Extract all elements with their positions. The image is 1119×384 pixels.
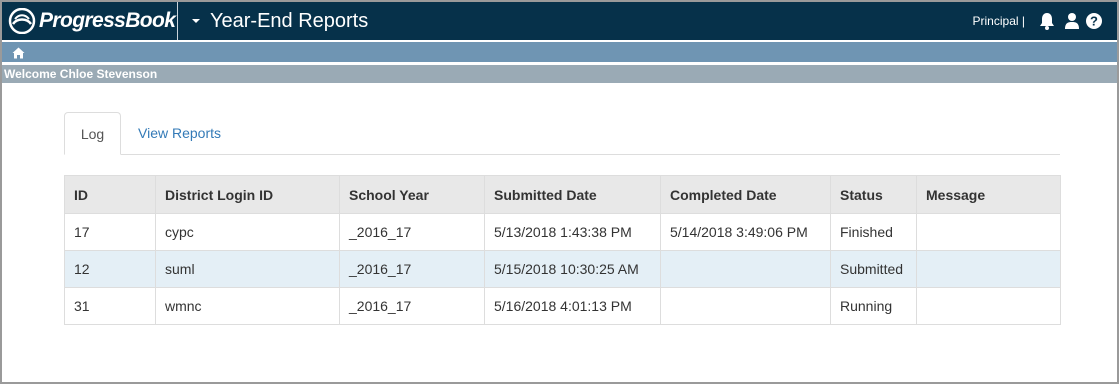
home-icon[interactable] (12, 46, 25, 64)
column-header-district-login-id[interactable]: District Login ID (155, 175, 340, 214)
cell-completed-date (660, 287, 831, 325)
bell-icon[interactable] (1039, 12, 1055, 35)
svg-text:?: ? (1090, 14, 1098, 29)
app-window: ProgressBook Year-End Reports Principal … (0, 0, 1119, 384)
cell-status: Running (830, 287, 917, 325)
table-header-row: ID District Login ID School Year Submitt… (64, 175, 1061, 214)
tab-view-reports[interactable]: View Reports (138, 112, 221, 154)
cell-school-year: _2016_17 (339, 250, 485, 288)
table-row[interactable]: 12 suml _2016_17 5/15/2018 10:30:25 AM S… (64, 250, 1061, 288)
cell-district-login-id: wmnc (155, 287, 340, 325)
log-table: ID District Login ID School Year Submitt… (64, 175, 1061, 325)
cell-school-year: _2016_17 (339, 213, 485, 251)
welcome-banner: Welcome Chloe Stevenson (2, 65, 1117, 83)
brand-logo[interactable]: ProgressBook (2, 2, 178, 40)
column-header-status[interactable]: Status (830, 175, 917, 214)
cell-id: 12 (64, 250, 156, 288)
cell-district-login-id: suml (155, 250, 340, 288)
top-bar: ProgressBook Year-End Reports Principal … (2, 2, 1117, 40)
app-switcher-caret-icon[interactable] (192, 19, 200, 23)
user-icon[interactable] (1065, 12, 1079, 35)
cell-submitted-date: 5/16/2018 4:01:13 PM (484, 287, 661, 325)
column-header-message[interactable]: Message (916, 175, 1061, 214)
column-header-id[interactable]: ID (64, 175, 156, 214)
role-selector[interactable]: Principal | (973, 14, 1025, 28)
cell-message (916, 287, 1061, 325)
cell-status: Submitted (830, 250, 917, 288)
cell-district-login-id: cypc (155, 213, 340, 251)
cell-message (916, 250, 1061, 288)
column-header-completed-date[interactable]: Completed Date (660, 175, 831, 214)
app-title[interactable]: Year-End Reports (210, 10, 368, 33)
column-header-submitted-date[interactable]: Submitted Date (484, 175, 661, 214)
cell-school-year: _2016_17 (339, 287, 485, 325)
brand-name: ProgressBook (39, 9, 176, 32)
tab-log[interactable]: Log (64, 112, 121, 155)
cell-status: Finished (830, 213, 917, 251)
cell-message (916, 213, 1061, 251)
cell-id: 31 (64, 287, 156, 325)
nav-strip (2, 42, 1117, 62)
cell-completed-date (660, 250, 831, 288)
help-icon[interactable]: ? (1085, 12, 1103, 35)
table-row[interactable]: 31 wmnc _2016_17 5/16/2018 4:01:13 PM Ru… (64, 287, 1061, 325)
tab-bar: Log View Reports (64, 112, 1060, 155)
table-row[interactable]: 17 cypc _2016_17 5/13/2018 1:43:38 PM 5/… (64, 213, 1061, 251)
cell-submitted-date: 5/13/2018 1:43:38 PM (484, 213, 661, 251)
cell-completed-date: 5/14/2018 3:49:06 PM (660, 213, 831, 251)
book-logo-icon (7, 7, 37, 39)
column-header-school-year[interactable]: School Year (339, 175, 485, 214)
cell-submitted-date: 5/15/2018 10:30:25 AM (484, 250, 661, 288)
cell-id: 17 (64, 213, 156, 251)
